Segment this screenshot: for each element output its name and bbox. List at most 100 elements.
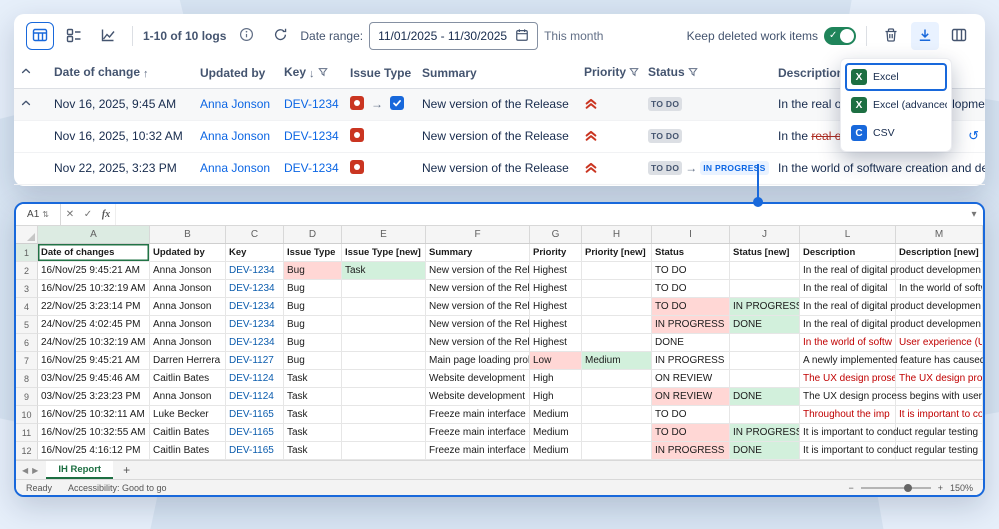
cell-F9[interactable]: Website development [426,388,530,406]
row-header-7[interactable]: 7 [16,352,38,370]
cell-I10[interactable]: TO DO [652,406,730,424]
cell-H12[interactable] [582,442,652,460]
work-item-key-link[interactable]: DEV-1234 [284,161,339,175]
column-header-F[interactable]: F [426,226,530,243]
cell-F6[interactable]: New version of the Rele [426,334,530,352]
cell-B11[interactable]: Caitlin Bates [150,424,226,442]
row-header-9[interactable]: 9 [16,388,38,406]
cell-B3[interactable]: Anna Jonson [150,280,226,298]
column-header-B[interactable]: B [150,226,226,243]
collapse-all-header[interactable] [14,58,48,89]
next-sheet-icon[interactable]: ▶ [32,466,38,475]
cell-L7[interactable]: A newly implemented feature has caused [800,352,983,370]
cell-E1[interactable]: Issue Type [new] [342,244,426,262]
row-header-1[interactable]: 1 [16,244,38,262]
column-header-issue-type[interactable]: Issue Type [344,58,416,89]
cell-H4[interactable] [582,298,652,316]
row-header-10[interactable]: 10 [16,406,38,424]
column-header-D[interactable]: D [284,226,342,243]
cell-H5[interactable] [582,316,652,334]
cell-G9[interactable]: High [530,388,582,406]
cell-E9[interactable] [342,388,426,406]
cell-E8[interactable] [342,370,426,388]
cell-I5[interactable]: IN PROGRESS [652,316,730,334]
cell-B8[interactable]: Caitlin Bates [150,370,226,388]
cell-E4[interactable] [342,298,426,316]
cell-J12[interactable]: DONE [730,442,800,460]
cell-L5[interactable]: In the real of digital product developme… [800,316,981,334]
table-view-button[interactable] [26,22,54,50]
cell-A6[interactable]: 24/Nov/25 10:32:19 AM [38,334,150,352]
expand-formula-bar-icon[interactable]: ▾ [965,209,983,220]
cell-H7[interactable]: Medium [582,352,652,370]
cell-I2[interactable]: TO DO [652,262,730,280]
row-header-11[interactable]: 11 [16,424,38,442]
cell-name-box[interactable]: A1 ⇅ [16,204,60,225]
cell-I11[interactable]: TO DO [652,424,730,442]
column-header-key[interactable]: Key ↓ [278,58,344,89]
cell-M6[interactable]: User experience (UX) [896,334,983,352]
cell-B4[interactable]: Anna Jonson [150,298,226,316]
column-header-updated-by[interactable]: Updated by [194,58,278,89]
cell-A4[interactable]: 22/Nov/25 3:23:14 PM [38,298,150,316]
cell-L2[interactable]: In the real of digital product developme… [800,262,981,280]
cell-L8[interactable]: The UX design prose [800,370,896,388]
insert-function-button[interactable]: fx [97,209,115,220]
cell-G11[interactable]: Medium [530,424,582,442]
cell-J9[interactable]: DONE [730,388,800,406]
column-header-H[interactable]: H [582,226,652,243]
cell-C2[interactable]: DEV-1234 [226,262,284,280]
cell-C8[interactable]: DEV-1124 [226,370,284,388]
zoom-in-button[interactable]: + [938,483,943,493]
cell-J3[interactable] [730,280,800,298]
cell-L1[interactable]: Description [800,244,896,262]
cell-M3[interactable]: In the world of softw [896,280,983,298]
cell-B7[interactable]: Darren Herrera [150,352,226,370]
column-header-I[interactable]: I [652,226,730,243]
cell-G4[interactable]: Highest [530,298,582,316]
cell-D5[interactable]: Bug [284,316,342,334]
cell-H10[interactable] [582,406,652,424]
cell-H1[interactable]: Priority [new] [582,244,652,262]
cell-L3[interactable]: In the real of digital [800,280,896,298]
cell-J8[interactable] [730,370,800,388]
undo-icon[interactable]: ↺ [968,128,979,144]
row-header-3[interactable]: 3 [16,280,38,298]
cell-L6[interactable]: In the world of softw [800,334,896,352]
cell-E6[interactable] [342,334,426,352]
cell-L10[interactable]: Throughout the imp [800,406,896,424]
cell-F4[interactable]: New version of the Rele [426,298,530,316]
cell-M1[interactable]: Description [new] [896,244,983,262]
cell-B10[interactable]: Luke Becker [150,406,226,424]
cell-A1[interactable]: Date of changes [38,244,150,262]
cell-M8[interactable]: The UX design proc [896,370,983,388]
cell-M10[interactable]: It is important to co [896,406,983,424]
prev-sheet-icon[interactable]: ◀ [22,466,28,475]
board-view-button[interactable] [60,22,88,50]
column-header-J[interactable]: J [730,226,800,243]
column-header-date[interactable]: Date of change ↑ [48,58,194,89]
cell-F12[interactable]: Freeze main interface [426,442,530,460]
cell-H11[interactable] [582,424,652,442]
cell-C7[interactable]: DEV-1127 [226,352,284,370]
cell-C6[interactable]: DEV-1234 [226,334,284,352]
cell-D8[interactable]: Task [284,370,342,388]
cell-F7[interactable]: Main page loading prob [426,352,530,370]
cell-D7[interactable]: Bug [284,352,342,370]
column-header-status[interactable]: Status [642,58,772,89]
zoom-slider[interactable] [860,483,931,492]
cell-C4[interactable]: DEV-1234 [226,298,284,316]
cell-B2[interactable]: Anna Jonson [150,262,226,280]
cell-I12[interactable]: IN PROGRESS [652,442,730,460]
cell-D4[interactable]: Bug [284,298,342,316]
sheet-tab[interactable]: IH Report [46,461,114,479]
cell-I1[interactable]: Status [652,244,730,262]
cell-C5[interactable]: DEV-1234 [226,316,284,334]
zoom-out-button[interactable]: − [848,483,853,493]
column-header-A[interactable]: A [38,226,150,243]
updated-by-link[interactable]: Anna Jonson [200,97,270,111]
cell-J11[interactable]: IN PROGRESS [730,424,800,442]
cell-J7[interactable] [730,352,800,370]
add-sheet-button[interactable]: + [123,463,130,477]
cell-J1[interactable]: Status [new] [730,244,800,262]
